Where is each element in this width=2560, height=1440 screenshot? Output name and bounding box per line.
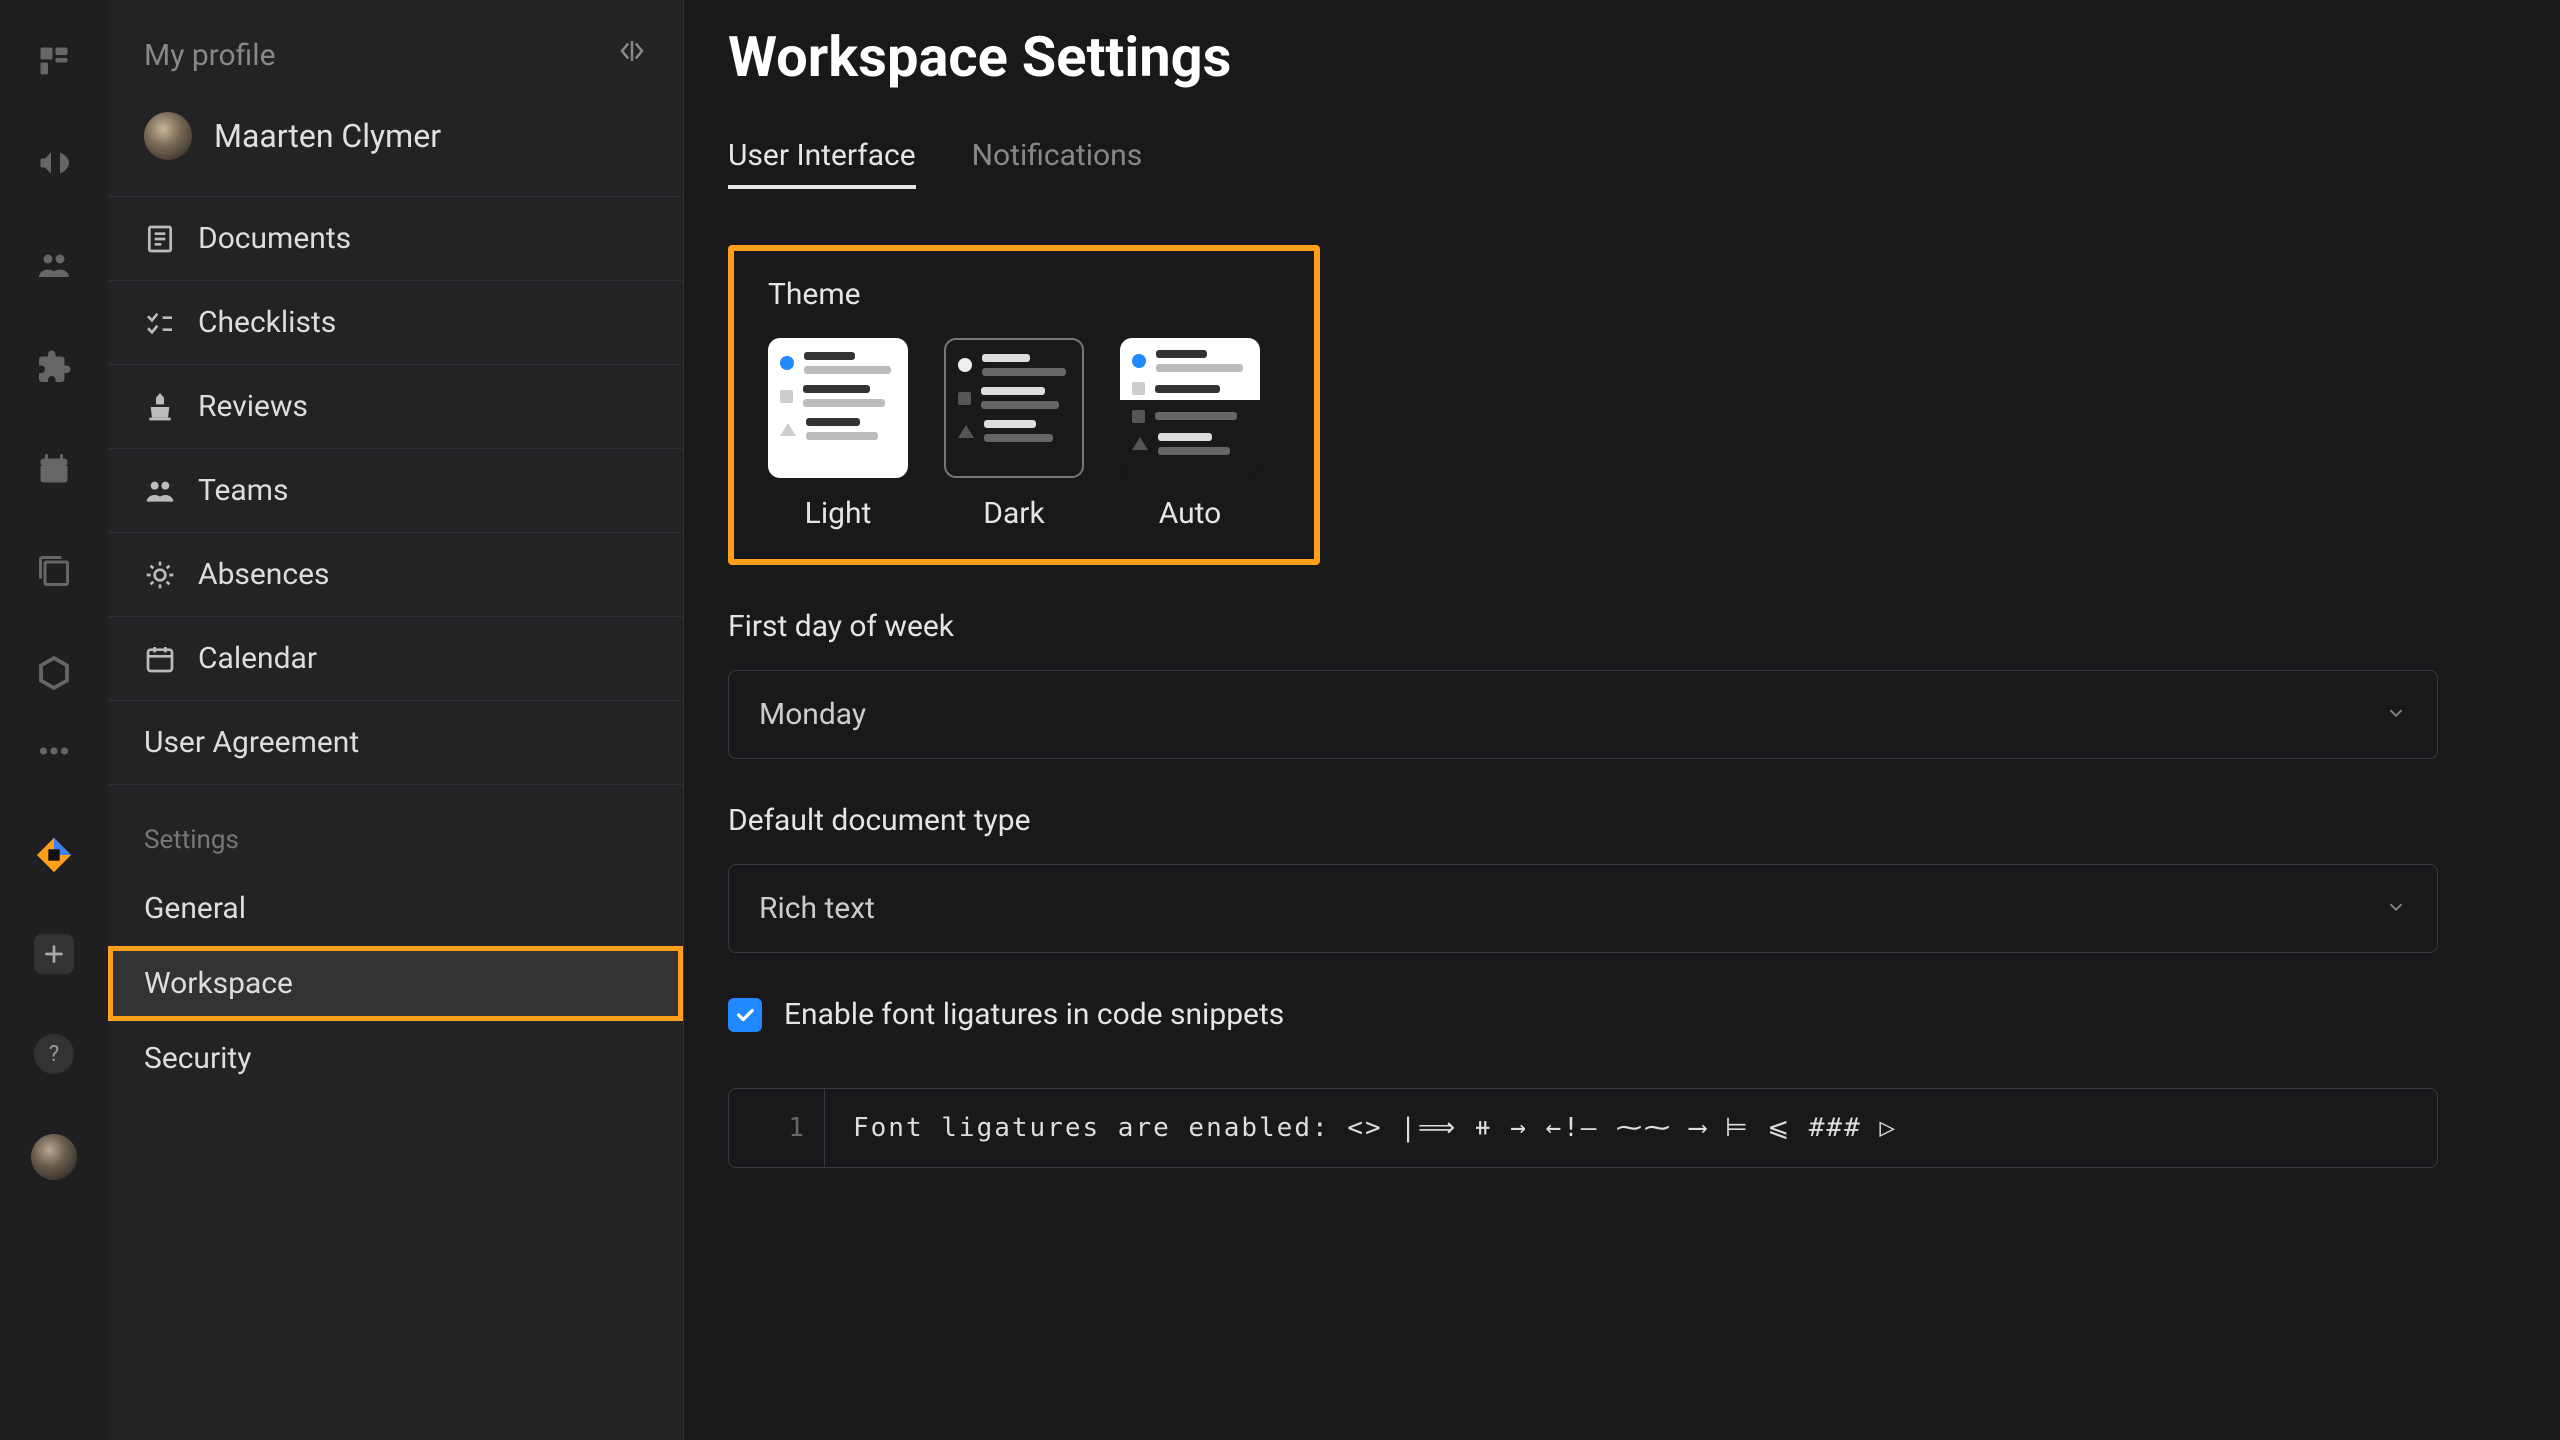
sidebar-item-workspace[interactable]: Workspace [108, 946, 683, 1021]
theme-option-auto[interactable]: Auto [1120, 338, 1260, 531]
theme-preview-auto [1120, 338, 1260, 478]
rail-schedule-icon[interactable] [33, 448, 75, 490]
checkbox-label: Enable font ligatures in code snippets [784, 997, 1284, 1032]
sidebar-item-label: Absences [198, 557, 329, 592]
sidebar-item-user-agreement[interactable]: User Agreement [108, 700, 683, 785]
sidebar-settings-label: Settings [108, 785, 683, 871]
theme-label: Theme [768, 277, 1280, 312]
ligatures-checkbox-row[interactable]: Enable font ligatures in code snippets [728, 997, 2516, 1032]
rail-dashboard-icon[interactable] [33, 40, 75, 82]
teams-icon [144, 475, 176, 507]
tab-user-interface[interactable]: User Interface [728, 138, 916, 189]
sidebar-item-label: Teams [198, 473, 288, 508]
code-sample-block: 1 Font ligatures are enabled: <> |⟹ ⧺ → … [728, 1088, 2438, 1168]
sidebar-item-reviews[interactable]: Reviews [108, 364, 683, 448]
help-button[interactable]: ? [34, 1034, 74, 1074]
page-title: Workspace Settings [728, 24, 2516, 90]
sun-icon [144, 559, 176, 591]
sidebar-item-checklists[interactable]: Checklists [108, 280, 683, 364]
app-logo-icon[interactable] [35, 836, 73, 874]
first-day-label: First day of week [728, 609, 2516, 644]
sidebar-item-label: Reviews [198, 389, 308, 424]
checklist-icon [144, 307, 176, 339]
rail-extension-icon[interactable] [33, 346, 75, 388]
select-value: Monday [759, 697, 866, 732]
theme-option-dark[interactable]: Dark [944, 338, 1084, 531]
theme-option-label: Dark [983, 496, 1044, 531]
review-icon [144, 391, 176, 423]
sidebar-setting-label: Security [144, 1041, 251, 1076]
code-line-number: 1 [729, 1089, 825, 1167]
rail-collections-icon[interactable] [33, 550, 75, 592]
settings-tabs: User Interface Notifications [728, 138, 2516, 189]
chevron-down-icon [2385, 697, 2407, 732]
doc-type-section: Default document type Rich text [728, 803, 2516, 953]
calendar-icon [144, 643, 176, 675]
profile-name: Maarten Clymer [214, 117, 441, 155]
sidebar-setting-label: General [144, 891, 246, 926]
theme-preview-light [768, 338, 908, 478]
sidebar-item-documents[interactable]: Documents [108, 196, 683, 280]
sidebar-item-label: Checklists [198, 305, 336, 340]
rail-avatar[interactable] [31, 1134, 77, 1180]
theme-options: Light Dark [768, 338, 1280, 531]
chevron-down-icon [2385, 891, 2407, 926]
nav-rail: ? [0, 0, 108, 1440]
rail-settings-icon[interactable] [33, 652, 75, 694]
profile-avatar [144, 112, 192, 160]
sidebar-item-label: Documents [198, 221, 351, 256]
first-day-select[interactable]: Monday [728, 670, 2438, 759]
profile-sidebar: My profile Maarten Clymer Documents Chec… [108, 0, 684, 1440]
sidebar-item-absences[interactable]: Absences [108, 532, 683, 616]
sidebar-header: My profile [108, 0, 683, 102]
theme-preview-dark [944, 338, 1084, 478]
rail-more-icon[interactable] [33, 730, 75, 772]
add-button[interactable] [34, 934, 74, 974]
sidebar-item-calendar[interactable]: Calendar [108, 616, 683, 700]
sidebar-setting-label: Workspace [144, 966, 293, 1001]
doc-type-label: Default document type [728, 803, 2516, 838]
document-icon [144, 223, 176, 255]
select-value: Rich text [759, 891, 875, 926]
doc-type-select[interactable]: Rich text [728, 864, 2438, 953]
sidebar-item-teams[interactable]: Teams [108, 448, 683, 532]
profile-row[interactable]: Maarten Clymer [108, 102, 683, 196]
tab-label: Notifications [972, 138, 1143, 173]
code-content: Font ligatures are enabled: <> |⟹ ⧺ → ←!… [825, 1089, 2437, 1167]
first-day-section: First day of week Monday [728, 609, 2516, 759]
sidebar-item-security[interactable]: Security [108, 1021, 683, 1096]
theme-section: Theme Light Dark [728, 245, 1320, 565]
sidebar-item-label: Calendar [198, 641, 317, 676]
tab-notifications[interactable]: Notifications [972, 138, 1143, 189]
collapse-sidebar-icon[interactable] [617, 36, 647, 74]
tab-label: User Interface [728, 138, 916, 173]
main-content: Workspace Settings User Interface Notifi… [684, 0, 2560, 1440]
sidebar-item-label: User Agreement [144, 725, 359, 760]
sidebar-section-title: My profile [144, 38, 275, 73]
theme-option-label: Light [805, 496, 872, 531]
rail-teams-icon[interactable] [33, 244, 75, 286]
theme-option-light[interactable]: Light [768, 338, 908, 531]
sidebar-item-general[interactable]: General [108, 871, 683, 946]
theme-option-label: Auto [1159, 496, 1222, 531]
rail-announce-icon[interactable] [33, 142, 75, 184]
checkbox-icon [728, 998, 762, 1032]
